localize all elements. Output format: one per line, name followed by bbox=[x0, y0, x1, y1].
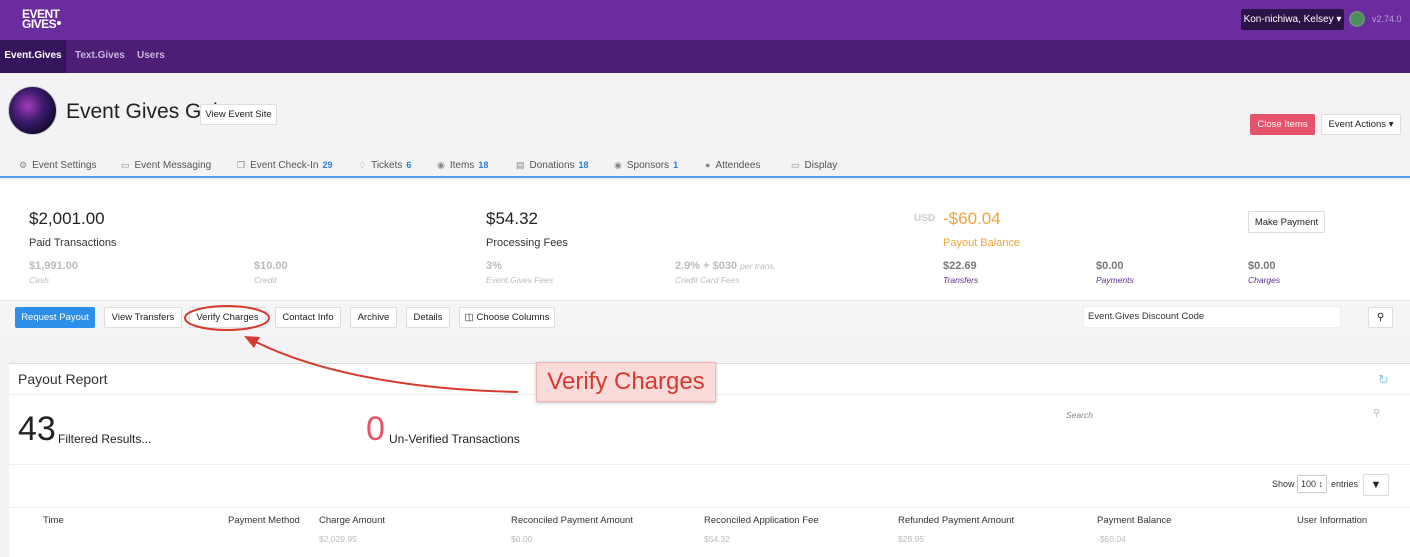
event-tabs: ⚙ Event Settings ▭ Event Messaging ❐ Event … bbox=[0, 158, 1410, 178]
search-icon: ⚲ bbox=[1373, 408, 1381, 419]
eye-icon: ◉ bbox=[614, 160, 622, 170]
total-cell: $54.32 bbox=[704, 534, 730, 544]
view-event-site-button[interactable]: View Event Site bbox=[200, 104, 277, 125]
entries-select[interactable]: 100 ↕ bbox=[1297, 475, 1327, 493]
tab-items[interactable]: ◉ Items 18 bbox=[437, 160, 488, 171]
user-menu-button[interactable]: Kon-nichiwa, Kelsey ▾ bbox=[1241, 9, 1344, 30]
event-actions-button[interactable]: Event Actions ▾ bbox=[1321, 114, 1401, 135]
divider bbox=[9, 464, 1410, 465]
discount-code-input[interactable]: Event.Gives Discount Code bbox=[1083, 306, 1341, 328]
report-title: Payout Report bbox=[18, 371, 108, 387]
paid-transactions-label: Paid Transactions bbox=[29, 237, 117, 249]
tab-event-gives[interactable]: Event.Gives bbox=[0, 40, 66, 73]
currency-label: USD bbox=[914, 213, 936, 224]
app-version: v2.74.0 bbox=[1372, 14, 1402, 24]
main-nav: Event.Gives Text.Gives Users bbox=[0, 40, 1410, 73]
users-icon: ● bbox=[705, 160, 711, 170]
top-bar: EVENT GIVES Kon-nichiwa, Kelsey ▾ v2.74.… bbox=[0, 0, 1410, 40]
transfers-label: Transfers bbox=[943, 275, 979, 285]
report-search-input[interactable]: Search bbox=[1066, 410, 1093, 420]
annotation-callout: Verify Charges bbox=[536, 362, 716, 402]
charges-label: Charges bbox=[1248, 275, 1281, 285]
tab-display[interactable]: ▭ Display bbox=[791, 160, 837, 171]
columns-icon: ◫ bbox=[464, 312, 474, 323]
credit-label: Credit bbox=[254, 275, 277, 285]
total-cell: $2,029.95 bbox=[319, 534, 357, 544]
monitor-icon: ▭ bbox=[791, 160, 800, 170]
tab-donations[interactable]: ▤ Donations 18 bbox=[516, 160, 589, 171]
gear-icon: ⚙ bbox=[19, 160, 28, 170]
items-icon: ◉ bbox=[437, 160, 445, 170]
divider bbox=[9, 507, 1410, 508]
request-payout-button[interactable]: Request Payout bbox=[15, 307, 95, 328]
filter-button[interactable]: ▼ bbox=[1363, 474, 1389, 496]
choose-columns-button[interactable]: ◫ Choose Columns bbox=[459, 307, 555, 328]
arrow-head bbox=[244, 336, 260, 348]
payments-label: Payments bbox=[1096, 275, 1134, 285]
column-header[interactable]: Payment Method bbox=[228, 515, 300, 526]
entries-label: entries bbox=[1331, 479, 1359, 489]
tab-event-check-in[interactable]: ❐ Event Check-In 29 bbox=[237, 160, 332, 171]
cash-label: Cash bbox=[29, 275, 49, 285]
details-button[interactable]: Details bbox=[406, 307, 450, 328]
sync-icon[interactable]: ↻ bbox=[1378, 372, 1389, 388]
total-cell: $28.95 bbox=[898, 534, 924, 544]
paid-transactions-amount: $2,001.00 bbox=[29, 209, 105, 228]
unverified-label: Un-Verified Transactions bbox=[389, 432, 520, 446]
copy-icon: ❐ bbox=[237, 160, 246, 170]
cc-fee-label: Credit Card Fees bbox=[675, 275, 740, 285]
column-header[interactable]: Reconciled Application Fee bbox=[704, 515, 819, 526]
online-status-icon bbox=[1349, 11, 1365, 27]
column-header[interactable]: Refunded Payment Amount bbox=[898, 515, 1014, 526]
search-button[interactable]: ⚲ bbox=[1368, 307, 1393, 328]
event-avatar bbox=[8, 86, 57, 135]
filtered-count: 43 bbox=[18, 410, 56, 448]
payout-balance-amount: -$60.04 bbox=[943, 209, 1001, 228]
make-payment-button[interactable]: Make Payment bbox=[1248, 211, 1325, 233]
payments-amount: $0.00 bbox=[1096, 260, 1124, 272]
close-items-button[interactable]: Close Items bbox=[1250, 114, 1315, 135]
credit-amount: $10.00 bbox=[254, 260, 288, 272]
view-transfers-button[interactable]: View Transfers bbox=[104, 307, 182, 328]
tab-sponsors[interactable]: ◉ Sponsors 1 bbox=[614, 160, 678, 171]
processing-fees-label: Processing Fees bbox=[486, 237, 568, 249]
donation-icon: ▤ bbox=[516, 160, 525, 170]
charges-amount: $0.00 bbox=[1248, 260, 1276, 272]
column-header[interactable]: Time bbox=[43, 515, 64, 526]
filter-icon: ▼ bbox=[1370, 479, 1382, 491]
tab-attendees[interactable]: ● Attendees bbox=[705, 160, 760, 171]
tag-icon: ♢ bbox=[358, 160, 367, 170]
verify-charges-button[interactable]: Verify Charges bbox=[189, 307, 266, 328]
column-header[interactable]: Payment Balance bbox=[1097, 515, 1171, 526]
column-header[interactable]: Charge Amount bbox=[319, 515, 385, 526]
tab-event-messaging[interactable]: ▭ Event Messaging bbox=[121, 160, 211, 171]
tab-tickets[interactable]: ♢ Tickets 6 bbox=[358, 160, 411, 171]
payout-balance-label: Payout Balance bbox=[943, 237, 1021, 249]
tab-event-settings[interactable]: ⚙ Event Settings bbox=[19, 160, 97, 171]
event-gives-logo[interactable]: EVENT GIVES bbox=[22, 8, 62, 30]
tab-users[interactable]: Users bbox=[137, 40, 165, 73]
column-header[interactable]: Reconciled Payment Amount bbox=[511, 515, 633, 526]
filtered-label: Filtered Results... bbox=[58, 432, 152, 446]
unverified-count: 0 bbox=[366, 410, 385, 448]
inbox-icon: ▭ bbox=[121, 160, 130, 170]
archive-button[interactable]: Archive bbox=[350, 307, 397, 328]
total-cell: -$60.04 bbox=[1097, 534, 1126, 544]
search-icon: ⚲ bbox=[1376, 312, 1385, 323]
transfers-amount: $22.69 bbox=[943, 260, 977, 272]
eg-fee-pct: 3% bbox=[486, 260, 502, 272]
tab-text-gives[interactable]: Text.Gives bbox=[75, 40, 125, 73]
show-label: Show bbox=[1272, 479, 1295, 489]
cc-fee-rate: 2.9% + $030 per trans. bbox=[675, 260, 777, 272]
column-header[interactable]: User Information bbox=[1297, 515, 1367, 526]
eg-fee-label: Event.Gives Fees bbox=[486, 275, 554, 285]
cash-amount: $1,991.00 bbox=[29, 260, 78, 272]
processing-fees-amount: $54.32 bbox=[486, 209, 538, 228]
contact-info-button[interactable]: Contact Info bbox=[275, 307, 341, 328]
total-cell: $0.00 bbox=[511, 534, 533, 544]
